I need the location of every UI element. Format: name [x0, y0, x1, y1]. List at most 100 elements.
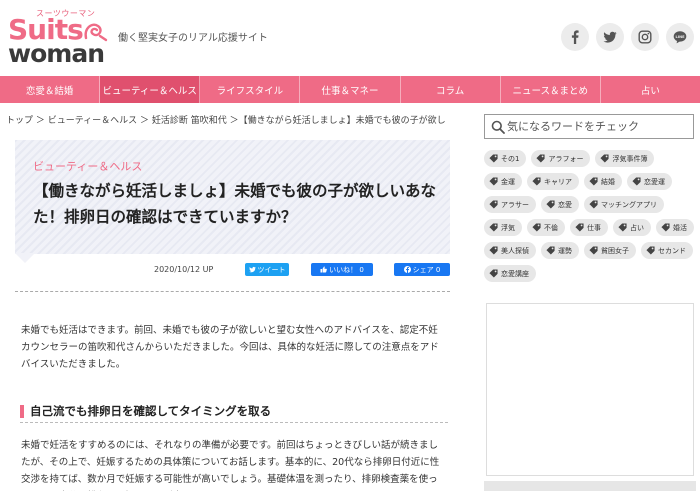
breadcrumb[interactable]: トップ ＞ ビューティー＆ヘルス ＞ 妊活診断 笛吹和代 ＞【働きながら妊活しま…	[6, 113, 446, 126]
like-button[interactable]: いいね！ 0	[311, 263, 373, 276]
article-header: ビューティー＆ヘルス 【働きながら妊活しましょ】未婚でも彼の子が欲しいあなた！排…	[15, 140, 450, 254]
search-input[interactable]	[507, 118, 689, 135]
nav-item-fortune[interactable]: 占い	[601, 76, 700, 103]
nav-item-news[interactable]: ニュース＆まとめ	[501, 76, 601, 103]
article-subheading: 自己流でも排卵日を確認してタイミングを取る	[20, 403, 448, 423]
nav-item-column[interactable]: コラム	[401, 76, 501, 103]
tag-icon	[589, 177, 598, 186]
tag-chip[interactable]: 浮気事件簿	[595, 150, 655, 167]
main-nav: 恋愛＆結婚 ビューティー＆ヘルス ライフスタイル 仕事＆マネー コラム ニュース…	[0, 76, 700, 103]
sidebar-bottom-banner	[484, 481, 696, 491]
ad-area	[486, 303, 694, 476]
tag-chip[interactable]: 恋愛運	[627, 173, 672, 190]
tag-icon	[575, 223, 584, 232]
twitter-icon	[603, 31, 617, 43]
nav-item-lifestyle[interactable]: ライフスタイル	[200, 76, 301, 103]
tag-icon	[546, 200, 555, 209]
twitter-icon	[248, 266, 256, 273]
tag-label: 浮気事件簿	[612, 154, 648, 163]
tag-icon	[489, 200, 498, 209]
tag-icon	[589, 200, 598, 209]
site-tagline: 働く堅実女子のリアル応援サイト	[118, 33, 268, 44]
search-icon	[491, 120, 505, 134]
instagram-button[interactable]	[631, 23, 659, 51]
tag-chip[interactable]: 仕事	[570, 219, 608, 236]
tag-icon	[646, 246, 655, 255]
tag-chip[interactable]: 不倫	[527, 219, 565, 236]
tag-label: 金運	[501, 177, 515, 186]
tag-chip[interactable]: 占い	[613, 219, 651, 236]
tweet-button[interactable]: ツイート	[245, 263, 289, 276]
tag-chip[interactable]: セカンド	[641, 242, 693, 259]
article-header-tail	[15, 253, 35, 263]
tag-label: その1	[501, 154, 520, 163]
tag-label: 浮気	[501, 223, 515, 232]
tag-chip[interactable]: 浮気	[484, 219, 522, 236]
tag-icon	[661, 223, 670, 232]
page: スーツウーマン Suits woman 働く堅実女子のリアル応援サイト LINE…	[0, 0, 700, 491]
tag-chip[interactable]: 恋愛講座	[484, 265, 536, 282]
tag-chip[interactable]: アラフォー	[531, 150, 591, 167]
tag-label: アラフォー	[548, 154, 584, 163]
tag-label: 結婚	[601, 177, 615, 186]
subheading-marker	[20, 405, 24, 418]
twitter-button[interactable]	[596, 23, 624, 51]
nav-item-love-marriage[interactable]: 恋愛＆結婚	[0, 76, 101, 103]
subheading-text: 自己流でも排卵日を確認してタイミングを取る	[30, 404, 272, 418]
tag-label: アラサー	[501, 200, 529, 209]
tag-icon	[489, 223, 498, 232]
facebook-button[interactable]	[561, 23, 589, 51]
nav-item-work-money[interactable]: 仕事＆マネー	[300, 76, 401, 103]
article-category[interactable]: ビューティー＆ヘルス	[33, 158, 142, 174]
article-body: 未婚で妊活をすすめるのには、それなりの準備が必要です。前回はちょっときびしい話が…	[21, 440, 440, 485]
tag-label: 占い	[630, 223, 644, 232]
tag-label: 恋愛講座	[501, 269, 529, 278]
tag-icon	[489, 154, 498, 163]
tag-chip[interactable]: 婚活	[656, 219, 694, 236]
tag-label: 仕事	[587, 223, 601, 232]
tag-chip[interactable]: マッチングアプリ	[584, 196, 664, 213]
line-button[interactable]: LINE	[666, 23, 694, 51]
line-icon: LINE	[673, 31, 687, 44]
tag-chip[interactable]: 美人探偵	[484, 242, 536, 259]
logo-woman: woman	[8, 39, 105, 68]
tag-icon	[546, 246, 555, 255]
tag-label: マッチングアプリ	[601, 200, 657, 209]
tag-label: 運勢	[558, 246, 572, 255]
tag-icon	[589, 246, 598, 255]
nav-item-beauty-health[interactable]: ビューティー＆ヘルス	[100, 76, 201, 103]
share-button-label: シェア 0	[412, 265, 441, 274]
line-icon-label: LINE	[675, 35, 685, 39]
article-date: 2020/10/12 UP	[154, 265, 214, 274]
tag-label: 美人探偵	[501, 246, 529, 255]
tweet-button-label: ツイート	[257, 265, 286, 274]
tag-icon	[489, 269, 498, 278]
tag-chip[interactable]: 恋愛	[541, 196, 579, 213]
share-button[interactable]: シェア 0	[394, 263, 450, 276]
tag-icon	[532, 177, 541, 186]
site-logo[interactable]: スーツウーマン Suits woman	[8, 8, 108, 68]
tag-label: 恋愛	[558, 200, 572, 209]
tag-icon	[600, 154, 610, 163]
tag-chip[interactable]: アラサー	[484, 196, 536, 213]
site-header: スーツウーマン Suits woman 働く堅実女子のリアル応援サイト LINE	[0, 0, 700, 75]
tag-chip[interactable]: 運勢	[541, 242, 579, 259]
facebook-icon	[571, 30, 579, 44]
tag-chip[interactable]: 金運	[484, 173, 522, 190]
tag-chip[interactable]: その1	[484, 150, 527, 167]
tag-list: その1 アラフォー 浮気事件簿金運 キャリア 結婚 恋愛運アラサー 恋愛 マッチングアプリ浮気…	[484, 150, 696, 282]
tag-chip[interactable]: キャリア	[527, 173, 579, 190]
instagram-icon	[638, 30, 652, 44]
tag-label: 恋愛運	[644, 177, 665, 186]
tag-icon	[618, 223, 627, 232]
tag-chip[interactable]: 結婚	[584, 173, 622, 190]
tag-icon	[489, 246, 498, 255]
tag-label: 貧困女子	[601, 246, 629, 255]
tag-label: 不倫	[544, 223, 558, 232]
tag-icon	[536, 154, 546, 163]
tag-chip[interactable]: 貧困女子	[584, 242, 636, 259]
tag-label: キャリア	[544, 177, 572, 186]
facebook-icon	[403, 266, 411, 273]
article-title: 【働きながら妊活しましょ】未婚でも彼の子が欲しいあなた！排卵日の確認はできていま…	[33, 182, 437, 226]
search-box	[484, 114, 694, 139]
